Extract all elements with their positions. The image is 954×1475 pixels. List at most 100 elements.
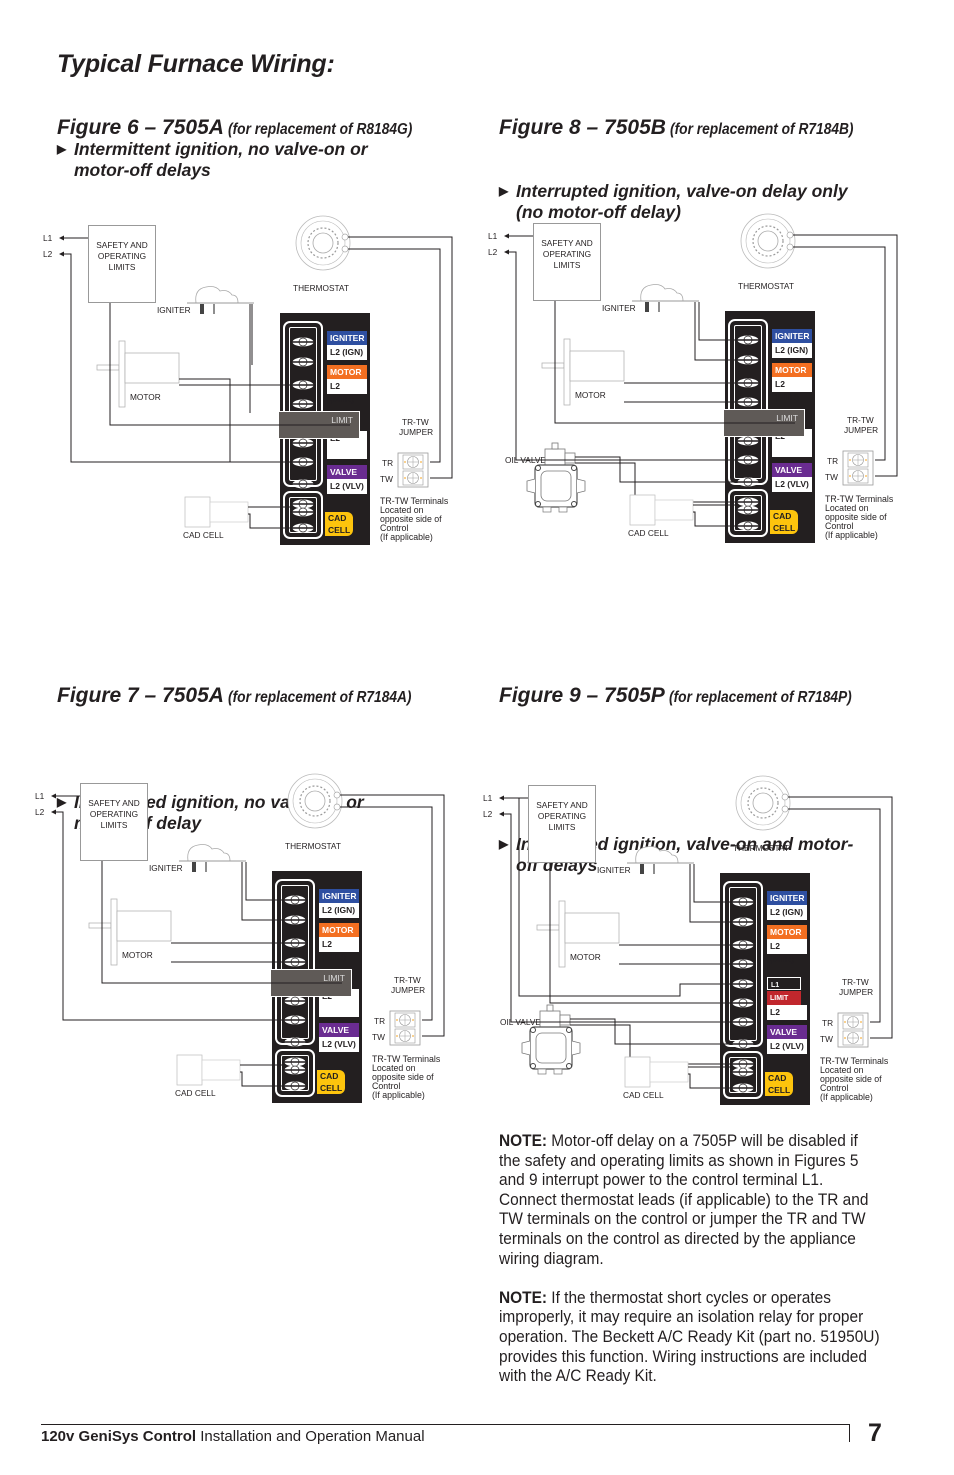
figure-8-heading: Figure 8 – 7505B (for replacement of R71… <box>499 117 884 140</box>
terminal-screw-icon <box>283 1081 307 1091</box>
terminal-screw-icon <box>731 979 755 989</box>
tr-tw-jumper-icon <box>837 1012 869 1048</box>
wiring-diagram-figure-6: L1 L2 SAFETY AND OPERATING LIMITS THERMOSTAT T… <box>40 215 470 550</box>
motor-icon <box>88 898 172 966</box>
figure-7-heading: Figure 7 – 7505A (for replacement of R71… <box>57 685 442 708</box>
igniter-icon <box>187 286 254 314</box>
document-name: Installation and Operation Manual <box>196 1428 425 1445</box>
note-label: NOTE: <box>499 1131 548 1150</box>
note-thermostat-leads: Connect thermostat leads (if applicable)… <box>499 1189 869 1268</box>
l1-arrow-icon <box>59 235 64 241</box>
terminal-screw-icon <box>731 959 755 969</box>
terminal-screw-icon <box>291 499 315 509</box>
terminal-screw-icon <box>736 521 760 531</box>
thermostat-icon <box>735 775 791 831</box>
product-name: 120v GeniSys Control <box>41 1428 197 1445</box>
terminal-screw-icon <box>291 457 315 467</box>
terminal-screw-icon <box>736 355 760 365</box>
l1-arrow-icon <box>51 793 56 799</box>
tr-tw-jumper-icon <box>397 452 429 488</box>
terminal-screw-icon <box>736 397 760 407</box>
wiring-diagram-figure-9: L1 L2 SAFETY AND OPERATING LIMITS THERMOSTAT T… <box>480 775 910 1110</box>
cad-cell-icon <box>176 1054 241 1086</box>
terminal-screw-icon <box>731 940 755 950</box>
motor-icon <box>96 340 180 408</box>
terminal-screw-icon <box>283 1037 307 1047</box>
figure-subtitle: (for replacement of R7184P) <box>669 689 852 706</box>
igniter-icon <box>632 284 699 312</box>
terminal-screw-icon <box>291 523 315 533</box>
terminal-screw-icon <box>291 399 315 409</box>
thermostat-icon <box>295 215 351 271</box>
wiring-lines <box>499 775 893 1093</box>
terminal-screw-icon <box>283 1057 307 1067</box>
note-text: Motor-off delay on a 7505P will be disab… <box>499 1131 859 1190</box>
terminal-screw-icon <box>731 917 755 927</box>
page-number: 7 <box>868 1419 882 1447</box>
footer-divider-vertical <box>849 1424 850 1442</box>
note-text: If the thermostat short cycles or operat… <box>499 1287 880 1386</box>
wiring-lines <box>504 213 898 531</box>
igniter-icon <box>627 846 694 874</box>
cad-cell-icon <box>629 494 694 526</box>
terminal-screw-icon <box>731 1017 755 1027</box>
terminal-screw-icon <box>731 1059 755 1069</box>
description-line: Interrupted ignition, valve-on delay onl… <box>516 181 848 201</box>
terminal-screw-icon <box>731 1083 755 1093</box>
terminal-screw-icon <box>291 507 315 517</box>
wiring-lines <box>59 215 453 533</box>
cad-cell-icon <box>624 1056 689 1088</box>
terminal-screw-icon <box>731 897 755 907</box>
bullet-arrow-icon: ▶ <box>57 142 67 156</box>
figure-title: Figure 6 – 7505A <box>57 116 224 139</box>
l1-arrow-icon <box>504 233 509 239</box>
igniter-icon <box>179 844 246 872</box>
l1-arrow-icon <box>499 795 504 801</box>
terminal-screw-icon <box>736 497 760 507</box>
terminal-screw-icon <box>291 337 315 347</box>
terminal-screw-icon <box>731 998 755 1008</box>
figure-6-description: ▶ Intermittent ignition, no valve-on or … <box>57 139 954 181</box>
wiring-diagram-figure-7: L1 L2 SAFETY AND OPERATING LIMITS THERMOSTAT T… <box>32 773 462 1108</box>
terminal-screw-icon <box>736 436 760 446</box>
footer-divider <box>41 1424 849 1425</box>
figure-subtitle: (for replacement of R7184B) <box>670 121 854 138</box>
terminal-screw-icon <box>283 996 307 1006</box>
terminal-screw-icon <box>283 915 307 925</box>
bullet-arrow-icon: ▶ <box>499 184 509 198</box>
terminal-screw-icon <box>291 479 315 489</box>
terminal-screw-icon <box>283 938 307 948</box>
oil-valve-icon <box>526 442 586 513</box>
figure-subtitle: (for replacement of R8184G) <box>228 121 413 138</box>
figure-title: Figure 9 – 7505P <box>499 684 665 707</box>
terminal-screw-icon <box>283 957 307 967</box>
note-isolation-relay: NOTE: If the thermostat short cycles or … <box>499 1288 880 1386</box>
notes-section: NOTE: Motor-off delay on a 7505P will be… <box>499 1131 880 1386</box>
terminal-screw-icon <box>736 477 760 487</box>
motor-icon <box>541 338 625 406</box>
tr-tw-jumper-icon <box>389 1010 421 1046</box>
figure-title: Figure 7 – 7505A <box>57 684 224 707</box>
thermostat-icon <box>287 773 343 829</box>
description-line: motor-off delays <box>74 160 211 180</box>
terminal-screw-icon <box>736 505 760 515</box>
wiring-lines <box>51 773 445 1091</box>
motor-icon <box>536 900 620 968</box>
page-title: Typical Furnace Wiring: <box>57 50 335 78</box>
note-label: NOTE: <box>499 1287 548 1307</box>
terminal-screw-icon <box>291 380 315 390</box>
terminal-screw-icon <box>291 357 315 367</box>
cad-cell-icon <box>184 496 249 528</box>
terminal-screw-icon <box>736 455 760 465</box>
terminal-screw-icon <box>283 895 307 905</box>
footer-title: 120v GeniSys Control Installation and Op… <box>41 1428 425 1445</box>
oil-valve-icon <box>521 1004 581 1075</box>
description-line: Intermittent ignition, no valve-on or <box>74 139 368 159</box>
terminal-screw-icon <box>283 1065 307 1075</box>
terminal-screw-icon <box>291 438 315 448</box>
figure-subtitle: (for replacement of R7184A) <box>228 689 412 706</box>
terminal-screw-icon <box>736 378 760 388</box>
terminal-screw-icon <box>731 1067 755 1077</box>
wiring-diagram-figure-8: L1 L2 SAFETY AND OPERATING LIMITS THERMOSTAT T… <box>485 213 915 548</box>
note-motor-off-delay: NOTE: Motor-off delay on a 7505P will be… <box>499 1131 880 1190</box>
